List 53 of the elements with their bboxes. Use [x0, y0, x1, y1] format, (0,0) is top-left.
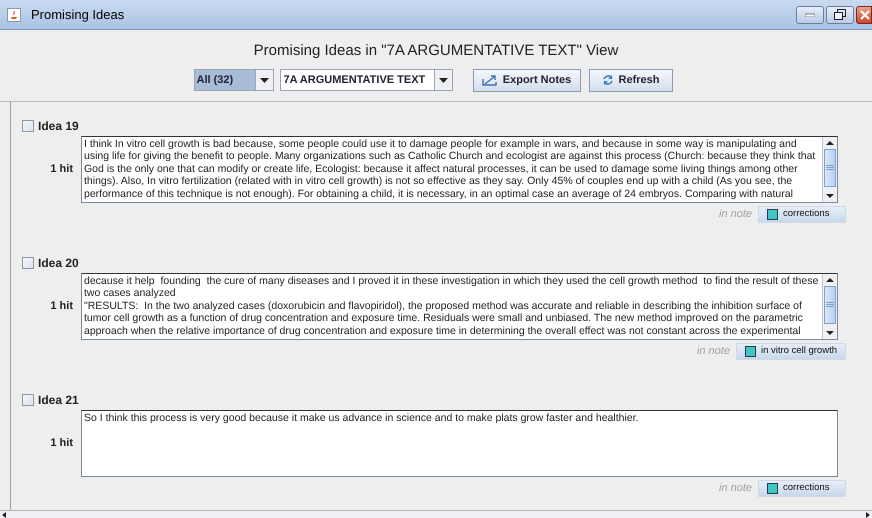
refresh-button[interactable]: Refresh: [588, 68, 672, 92]
scroll-thumb[interactable]: [824, 148, 836, 186]
text-line: using life for giving the benefit to people. Many organizations such as Catholic Church and ecologist are against this process (Church: because they think that: [84, 150, 816, 162]
checkbox[interactable]: [22, 256, 34, 268]
minimize-icon: [805, 12, 815, 16]
text-line: God is the only one that can modify or create life, Ecologist: because it affect natural processes, it can be used to damage some living things among other: [84, 162, 799, 175]
note-text-area[interactable]: So I think this process is very good because it make us advance in science and to make plats grow faster and healthier.: [81, 410, 838, 476]
dropdown-arrow-icon: [260, 78, 268, 82]
refresh-icon: [602, 74, 614, 86]
hit-count: 1 hit: [50, 162, 73, 177]
in-note-label: in note: [718, 206, 752, 222]
note-tag[interactable]: corrections: [758, 206, 846, 222]
scroll-thumb[interactable]: [824, 286, 836, 324]
hit-count: 1 hit: [50, 436, 73, 451]
minimize-button[interactable]: [796, 6, 824, 24]
java-icon: [7, 8, 21, 22]
note-text-area[interactable]: [81, 272, 838, 340]
horizontal-scrollbar[interactable]: [0, 510, 872, 518]
in-note-label: in note: [718, 480, 752, 496]
note-tag[interactable]: corrections: [758, 480, 846, 496]
in-note-label: in note: [696, 344, 730, 359]
text-line: So I think this process is very good because it make us advance in science and to make plats grow faster and healthier.: [84, 412, 640, 424]
window-title: Promising Ideas: [31, 6, 124, 24]
restore-button[interactable]: [826, 6, 854, 24]
vertical-scrollbar[interactable]: [822, 274, 837, 338]
checkbox[interactable]: [22, 394, 34, 406]
text-line: I think In vitro cell growth is bad because, some people could use it to damage people for example in wars, and because in some way is manipulating and: [84, 138, 798, 150]
note-text-area[interactable]: [81, 136, 838, 202]
view-heading: Promising Ideas in "7A ARGUMENTATIVE TEXT" View: [254, 41, 618, 61]
text-line: tumor cell growth as a function of drug concentration and exposure time. Residuals were small and unbiased. The new method improved on the parametric: [84, 312, 804, 324]
idea-title: Idea 19: [38, 118, 79, 134]
view-dropdown[interactable]: 7A ARGUMENTATIVE TEXT: [280, 69, 452, 91]
dropdown-arrow-icon: [438, 78, 448, 82]
export-notes-button[interactable]: Export Notes: [472, 68, 580, 92]
close-button[interactable]: [856, 6, 872, 24]
text-line: things). Also, In vitro fertilization (related with in vitro cell growth) is not so effective as they say. Only 45% of couples end up with a child (As you see, the: [84, 175, 794, 188]
close-icon: [860, 10, 870, 20]
text-line: two cases analyzed: [84, 287, 177, 300]
export-icon: [482, 74, 498, 86]
idea-title: Idea 20: [38, 254, 79, 272]
idea-title: Idea 21: [38, 392, 79, 408]
restore-icon: [834, 9, 846, 20]
grip-icon: [826, 164, 834, 170]
filter-dropdown[interactable]: All (32): [194, 69, 274, 91]
text-line: decause it help founding the cure of many diseases and I proved it in these investigation in which they used the cell growth method to find the result of these: [84, 274, 820, 287]
vertical-scrollbar[interactable]: [822, 136, 837, 202]
text-line: "RESULTS: In the two analyzed cases (doxorubicin and flavopiridol), the proposed method was accurate and reliable in describing the inhibition surface of: [84, 300, 803, 312]
text-line: performance of this technique is not enough). For obtaining a child, it is necessary, in an optimal case an average of 24 embryos. Comparing with natural: [84, 188, 794, 200]
note-tag[interactable]: in vitro cell growth: [736, 342, 846, 360]
text-line: approach when the relative importance of drug concentration and exposure time in determining the overall effect was not constant across the experimental: [84, 324, 802, 337]
hit-count: 1 hit: [50, 298, 73, 314]
grip-icon: [826, 302, 834, 308]
checkbox[interactable]: [22, 120, 34, 132]
